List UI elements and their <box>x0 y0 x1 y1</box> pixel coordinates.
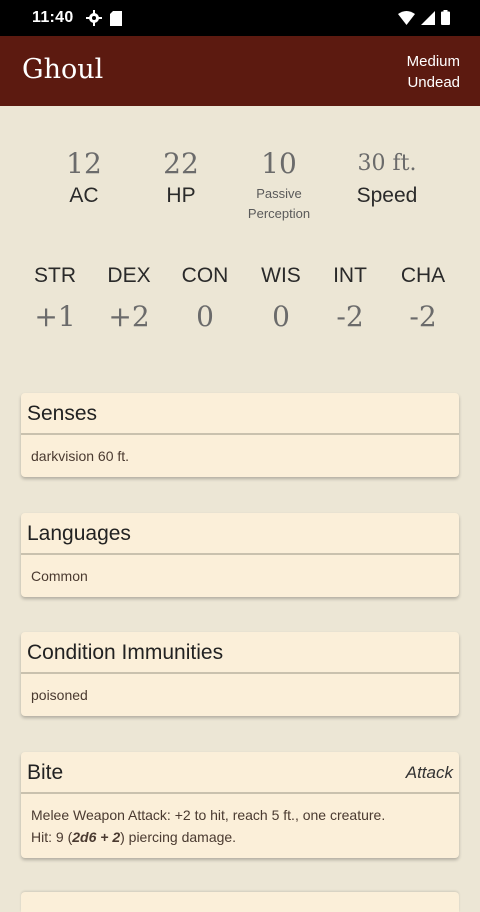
card-header: Condition Immunities <box>21 632 459 674</box>
ability-name: DEX <box>107 264 151 287</box>
card-title: Bite <box>27 761 64 784</box>
stat-hp: 22 HP <box>126 146 236 208</box>
card-header: Senses <box>21 393 459 435</box>
attack-line: Melee Weapon Attack: +2 to hit, reach 5 … <box>31 807 386 823</box>
gear-icon <box>85 10 102 26</box>
ability-name: STR <box>34 264 76 287</box>
ability-cha: CHA -2 <box>385 262 461 333</box>
status-bar: 11:40 <box>0 0 480 36</box>
wifi-icon <box>398 10 415 25</box>
ability-modifier: 0 <box>272 300 290 333</box>
next-card-peek[interactable] <box>21 892 459 912</box>
size-type-label: Medium Undead <box>407 51 460 93</box>
core-stats: 12 AC 22 HP 10 Passive Perception 30 ft.… <box>0 146 480 236</box>
stat-ac: 12 AC <box>29 146 139 208</box>
ability-name: INT <box>333 264 367 287</box>
passive-label-line2: Perception <box>247 206 311 221</box>
hp-label: HP <box>166 184 196 207</box>
ability-name: CON <box>181 264 229 287</box>
ability-modifier: -2 <box>336 300 364 333</box>
ability-scores: STR +1 DEX +2 CON 0 WIS 0 INT -2 CHA -2 <box>0 262 480 342</box>
page-title: Ghoul <box>22 54 104 85</box>
speed-label: Speed <box>356 184 418 207</box>
card-header: Bite Attack <box>21 752 459 794</box>
card-title: Languages <box>27 522 131 545</box>
ability-name: WIS <box>261 264 301 287</box>
ability-modifier: 0 <box>196 300 214 333</box>
ac-label: AC <box>69 184 99 207</box>
ability-modifier: -2 <box>409 300 437 333</box>
hp-value: 22 <box>163 147 199 180</box>
stat-speed: 30 ft. Speed <box>332 146 442 208</box>
speed-value: 30 ft. <box>357 151 417 176</box>
senses-card[interactable]: Senses darkvision 60 ft. <box>21 393 459 477</box>
ability-int: INT -2 <box>312 262 388 333</box>
creature-type: Undead <box>407 74 460 91</box>
card-header: Languages <box>21 513 459 555</box>
ability-dex: DEX +2 <box>91 262 167 333</box>
passive-perception-value: 10 <box>261 147 297 180</box>
languages-card[interactable]: Languages Common <box>21 513 459 597</box>
bite-attack-card[interactable]: Bite Attack Melee Weapon Attack: +2 to h… <box>21 752 459 858</box>
sd-card-icon <box>109 10 122 26</box>
ability-modifier: +1 <box>34 300 76 333</box>
status-time: 11:40 <box>32 9 74 26</box>
card-body: Common <box>31 568 88 584</box>
condition-immunities-card[interactable]: Condition Immunities poisoned <box>21 632 459 716</box>
hit-suffix: ) piercing damage. <box>120 829 237 845</box>
ability-con: CON 0 <box>167 262 243 333</box>
creature-size: Medium <box>406 53 460 70</box>
passive-label-line1: Passive <box>256 186 302 201</box>
ability-str: STR +1 <box>17 262 93 333</box>
ability-name: CHA <box>400 264 446 287</box>
signal-icon <box>421 10 435 25</box>
ac-value: 12 <box>66 147 102 180</box>
ability-wis: WIS 0 <box>243 262 319 333</box>
passive-perception-label: Passive Perception <box>224 184 334 224</box>
ability-modifier: +2 <box>108 300 150 333</box>
card-title: Condition Immunities <box>27 641 224 664</box>
damage-dice: 2d6 + 2 <box>72 829 121 845</box>
card-tag: Attack <box>405 763 453 782</box>
app-bar: Ghoul Medium Undead <box>0 36 480 106</box>
card-body: Melee Weapon Attack: +2 to hit, reach 5 … <box>21 794 459 858</box>
stat-passive-perception: 10 Passive Perception <box>224 146 334 224</box>
hit-prefix: Hit: 9 ( <box>31 829 73 845</box>
card-body: darkvision 60 ft. <box>31 448 130 464</box>
battery-icon <box>441 10 450 25</box>
card-body: poisoned <box>31 687 88 703</box>
card-title: Senses <box>27 402 98 425</box>
hit-line: Hit: 9 (2d6 + 2) piercing damage. <box>31 826 449 848</box>
